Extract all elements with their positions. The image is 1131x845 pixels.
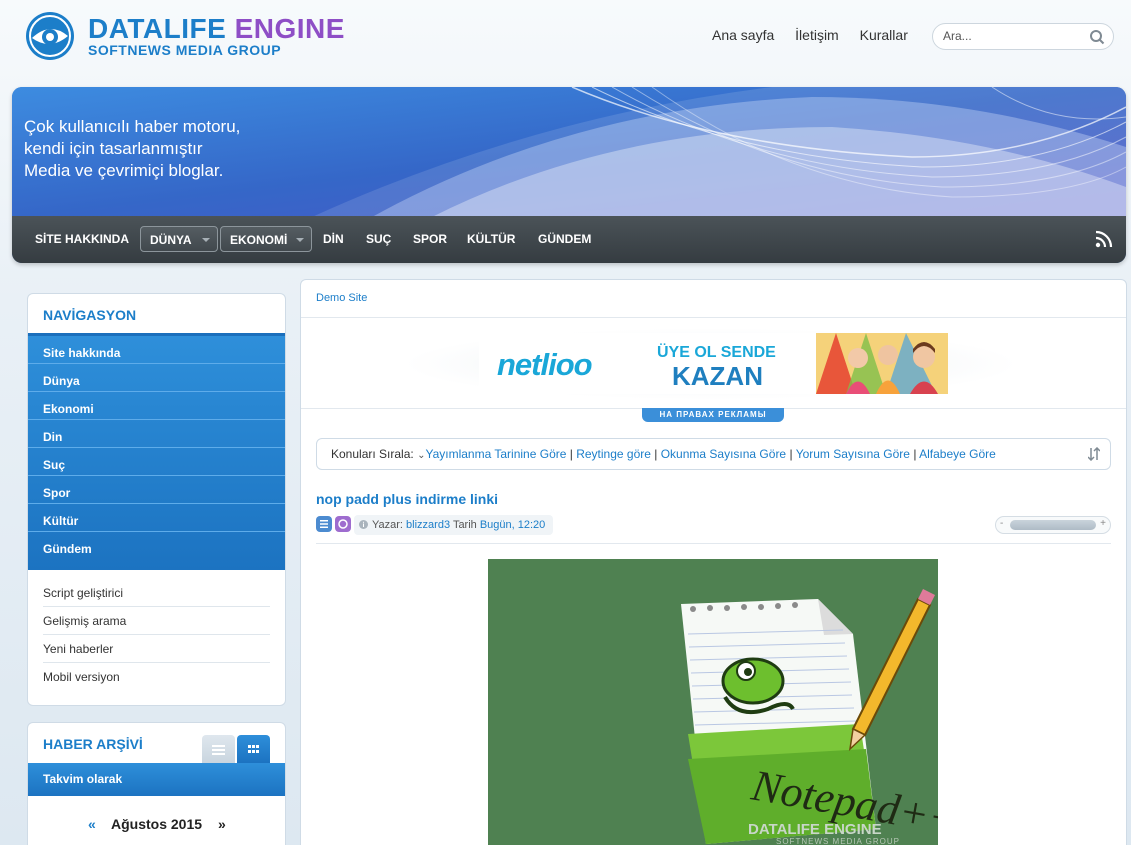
nav-crime[interactable]: SUÇ <box>366 232 391 246</box>
post-title[interactable]: nop padd plus indirme linki <box>316 491 498 507</box>
menu-divider <box>28 391 285 392</box>
post-date[interactable]: Bugün, 12:20 <box>480 519 545 531</box>
ad-people-image <box>816 333 948 394</box>
calendar-prev-button[interactable]: « <box>88 816 96 832</box>
menu-item-economy[interactable]: Ekonomi <box>43 402 94 416</box>
divider <box>301 317 1126 318</box>
nav-sport[interactable]: SPOR <box>413 232 447 246</box>
link-script-developer[interactable]: Script geliştirici <box>43 579 270 607</box>
rating-minus[interactable]: - <box>1000 518 1003 529</box>
notepad-plus-plus-logo-icon: Notepad++ <box>681 589 938 845</box>
image-watermark: DATALIFE ENGINE <box>748 821 882 838</box>
sort-by-comments[interactable]: Yorum Sayısına Göre <box>796 447 910 461</box>
rating-plus[interactable]: + <box>1100 518 1106 529</box>
post-info: Yazar: blizzard3 Tarih Bugün, 12:20 <box>354 515 554 535</box>
tab-calendar-view[interactable] <box>237 735 270 763</box>
menu-divider <box>28 363 285 364</box>
logo-subtitle: SOFTNEWS MEDIA GROUP <box>88 42 282 58</box>
menu-item-world[interactable]: Dünya <box>43 374 80 388</box>
hero-banner: Çok kullanıcılı haber motoru, kendi için… <box>12 87 1126 263</box>
calendar-month: Ağustos 2015 <box>111 816 203 832</box>
banner-slogan: Çok kullanıcılı haber motoru, kendi için… <box>24 117 241 180</box>
author-link[interactable]: blizzard3 <box>406 519 450 531</box>
calendar-next-button[interactable]: » <box>218 816 226 832</box>
search-input[interactable] <box>943 29 1083 43</box>
ad-banner[interactable]: netlioo ÜYE OL SENDE KAZAN <box>479 333 948 394</box>
rating-bar <box>1010 520 1096 530</box>
sort-by-views[interactable]: Okunma Sayısına Göre <box>661 447 786 461</box>
sort-by-date[interactable]: Yayımlanma Tarinine Göre <box>425 447 566 461</box>
search-icon[interactable] <box>1089 29 1105 45</box>
menu-item-agenda[interactable]: Gündem <box>43 542 92 556</box>
sort-by-rating[interactable]: Reytinge göre <box>576 447 651 461</box>
category-menu: Site hakkında Dünya Ekonomi Din Suç Spor… <box>28 333 285 570</box>
chevron-down-icon <box>202 238 210 242</box>
rating-widget[interactable]: - + <box>995 516 1111 534</box>
logo-eye-icon <box>26 12 74 60</box>
archive-box: HABER ARŞİVİ Takvim olarak « Ağustos 201… <box>27 722 286 845</box>
logo-title: DATALIFE ENGINE <box>88 13 345 44</box>
archive-title: HABER ARŞİVİ <box>43 736 143 752</box>
date-label: Tarih <box>452 519 477 531</box>
sort-bar: Konuları Sırala: ⌄Yayımlanma Tarinine Gö… <box>316 438 1111 470</box>
menu-item-about[interactable]: Site hakkında <box>43 346 120 360</box>
menu-divider <box>28 447 285 448</box>
sort-by-alphabet[interactable]: Alfabeye Göre <box>919 447 996 461</box>
rss-icon[interactable] <box>1095 230 1113 248</box>
ad-label: НА ПРАВАХ РЕКЛАМЫ <box>642 408 784 422</box>
nav-culture[interactable]: KÜLTÜR <box>467 232 515 246</box>
chevron-down-icon <box>296 238 304 242</box>
menu-divider <box>28 419 285 420</box>
calendar-tab-header: Takvim olarak <box>28 763 285 796</box>
link-advanced-search[interactable]: Gelişmiş arama <box>43 607 270 635</box>
main-nav: SİTE HAKKINDA DÜNYA EKONOMİ DİN SUÇ SPOR… <box>12 216 1126 263</box>
nav-about[interactable]: SİTE HAKKINDA <box>35 232 129 246</box>
favorite-icon[interactable] <box>335 516 351 532</box>
ad-headline-big: KAZAN <box>672 361 763 391</box>
site-logo[interactable]: DATALIFE ENGINE SOFTNEWS MEDIA GROUP <box>24 11 344 61</box>
link-home[interactable]: Ana sayfa <box>712 27 774 43</box>
site-header: DATALIFE ENGINE SOFTNEWS MEDIA GROUP Ana… <box>0 0 1131 86</box>
menu-item-sport[interactable]: Spor <box>43 486 70 500</box>
navigation-title: NAVİGASYON <box>43 307 137 323</box>
nav-world-dropdown[interactable]: DÜNYA <box>140 226 218 252</box>
image-watermark-sub: SOFTNEWS MEDIA GROUP <box>776 837 901 845</box>
list-icon <box>212 745 225 755</box>
menu-item-crime[interactable]: Suç <box>43 458 65 472</box>
sort-order-icon[interactable] <box>1088 447 1100 461</box>
ad-headline: ÜYE OL SENDE <box>657 344 776 361</box>
link-mobile-version[interactable]: Mobil versiyon <box>43 663 270 691</box>
menu-item-culture[interactable]: Kültür <box>43 514 78 528</box>
main-content: Demo Site netlioo ÜYE OL SENDE KAZAN НА … <box>300 279 1127 845</box>
nav-agenda[interactable]: GÜNDEM <box>538 232 591 246</box>
menu-item-religion[interactable]: Din <box>43 430 62 444</box>
sort-label: Konuları Sırala: <box>331 447 414 461</box>
author-label: Yazar: <box>372 519 403 531</box>
info-icon <box>359 520 368 529</box>
top-links: Ana sayfa İletişim Kurallar <box>712 27 925 43</box>
nav-economy-dropdown[interactable]: EKONOMİ <box>220 226 312 252</box>
nav-religion[interactable]: DİN <box>323 232 344 246</box>
link-new-news[interactable]: Yeni haberler <box>43 635 270 663</box>
grid-icon <box>248 745 259 753</box>
menu-icon[interactable] <box>316 516 332 532</box>
search-box <box>932 23 1114 50</box>
breadcrumb[interactable]: Demo Site <box>316 292 367 304</box>
tab-list-view[interactable] <box>202 735 235 763</box>
link-rules[interactable]: Kurallar <box>860 27 908 43</box>
ad-brand-logo: netlioo <box>497 347 593 382</box>
post-image[interactable]: Notepad++ DATALIFE ENGINE SOFTNEWS MEDIA… <box>488 559 938 845</box>
menu-divider <box>28 531 285 532</box>
menu-divider <box>28 503 285 504</box>
menu-divider <box>28 475 285 476</box>
link-contact[interactable]: İletişim <box>795 27 839 43</box>
divider <box>316 543 1111 544</box>
navigation-box: NAVİGASYON Site hakkında Dünya Ekonomi D… <box>27 293 286 706</box>
